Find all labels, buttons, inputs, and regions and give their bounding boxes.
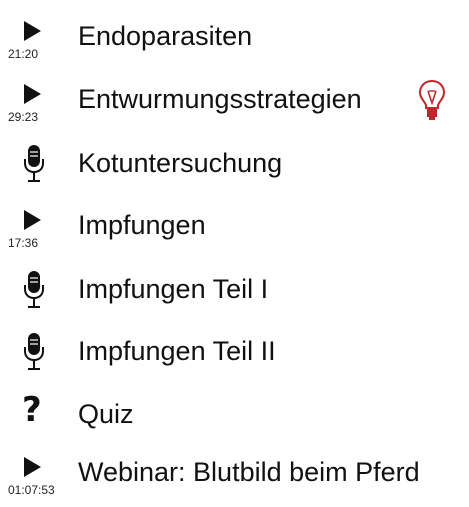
- lesson-icon-area: [4, 261, 64, 323]
- microphone-icon: [24, 333, 44, 370]
- lesson-item-webinar-blutbild[interactable]: 01:07:53 Webinar: Blutbild beim Pferd: [0, 444, 469, 506]
- play-icon: [24, 84, 41, 104]
- lesson-title[interactable]: Entwurmungsstrategien: [78, 81, 362, 117]
- lightbulb-icon: [418, 79, 446, 120]
- lesson-icon-area: 17:36: [4, 197, 64, 259]
- lesson-list: 21:20 Endoparasiten 29:23 Entwurmungsstr…: [0, 0, 469, 507]
- microphone-icon: [24, 145, 44, 182]
- play-icon: [24, 457, 41, 477]
- video-duration: 29:23: [8, 110, 39, 124]
- video-duration: 21:20: [8, 47, 39, 61]
- lesson-title[interactable]: Endoparasiten: [78, 18, 252, 54]
- question-mark-icon: ?: [22, 390, 42, 430]
- lesson-item-kotuntersuchung[interactable]: Kotuntersuchung: [0, 135, 469, 197]
- lesson-item-quiz[interactable]: ? Quiz: [0, 386, 469, 448]
- lesson-title[interactable]: Impfungen: [78, 207, 206, 243]
- lesson-title[interactable]: Kotuntersuchung: [78, 145, 282, 181]
- lesson-item-endoparasiten[interactable]: 21:20 Endoparasiten: [0, 8, 469, 70]
- lesson-item-impfungen[interactable]: 17:36 Impfungen: [0, 197, 469, 259]
- lesson-title[interactable]: Impfungen Teil II: [78, 333, 276, 369]
- lesson-item-impfungen-teil-2[interactable]: Impfungen Teil II: [0, 323, 469, 385]
- lesson-item-impfungen-teil-1[interactable]: Impfungen Teil I: [0, 261, 469, 323]
- lesson-icon-area: ?: [4, 386, 64, 448]
- lesson-icon-area: 01:07:53: [4, 444, 64, 506]
- microphone-icon: [24, 271, 44, 308]
- play-icon: [24, 21, 41, 41]
- lesson-item-entwurmungsstrategien[interactable]: 29:23 Entwurmungsstrategien: [0, 71, 469, 133]
- lesson-icon-area: [4, 135, 64, 197]
- lesson-icon-area: 21:20: [4, 8, 64, 70]
- video-duration: 01:07:53: [8, 483, 55, 497]
- lesson-title[interactable]: Quiz: [78, 396, 134, 432]
- lesson-title[interactable]: Impfungen Teil I: [78, 271, 268, 307]
- lesson-icon-area: [4, 323, 64, 385]
- video-duration: 17:36: [8, 236, 39, 250]
- lesson-icon-area: 29:23: [4, 71, 64, 133]
- play-icon: [24, 210, 41, 230]
- lesson-title[interactable]: Webinar: Blutbild beim Pferd: [78, 454, 420, 490]
